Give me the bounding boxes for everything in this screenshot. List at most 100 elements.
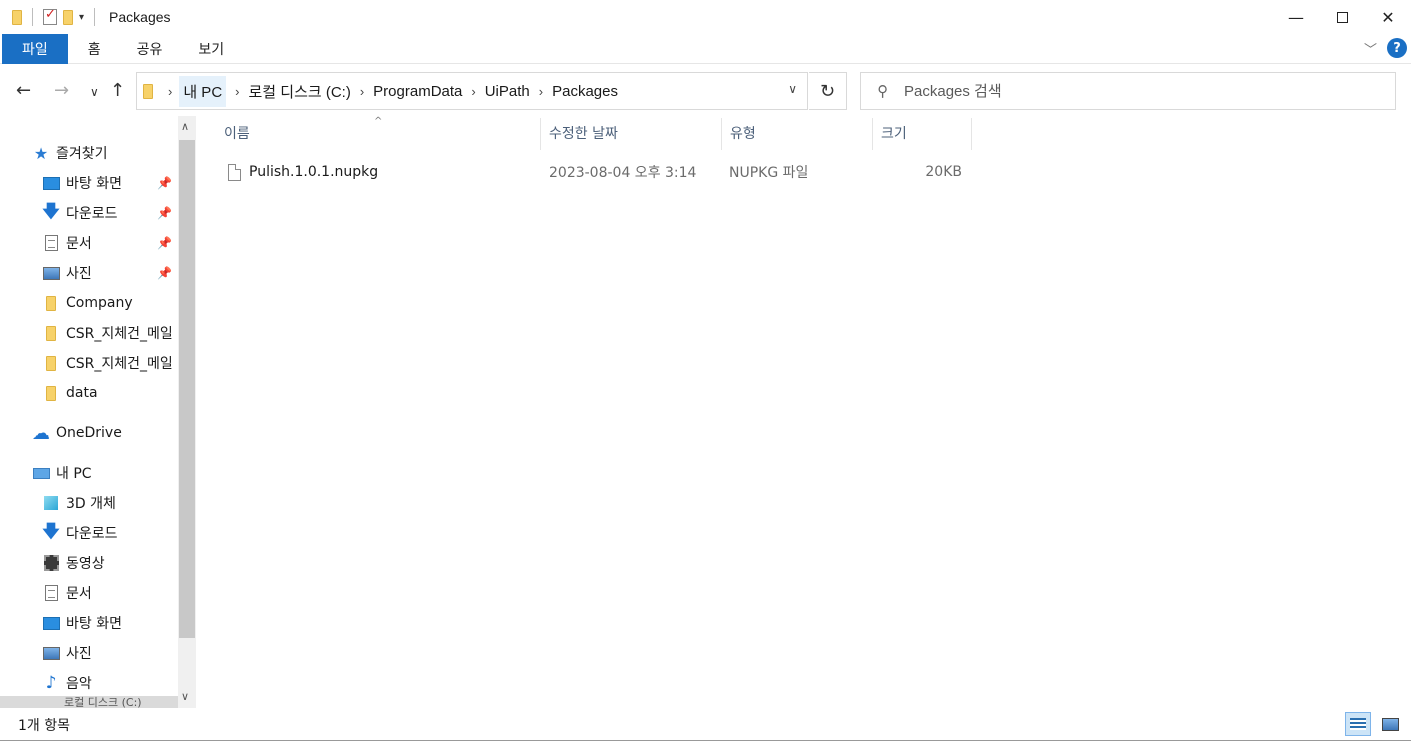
sidebar-item-label: CSR_지체건_메일 xyxy=(66,326,173,342)
toolbar-divider xyxy=(94,8,96,26)
details-view-button[interactable] xyxy=(1345,712,1371,736)
chevron-right-icon[interactable]: › xyxy=(539,84,543,99)
new-folder-icon[interactable] xyxy=(63,9,73,25)
folder-icon xyxy=(143,83,153,99)
sidebar-item-label: 즐겨찾기 xyxy=(56,146,108,162)
minimize-button[interactable]: — xyxy=(1273,0,1319,34)
scrollbar-thumb[interactable] xyxy=(179,140,195,638)
breadcrumb-local-disk[interactable]: 로컬 디스크 (C:) xyxy=(249,81,351,102)
tab-share[interactable]: 공유 xyxy=(119,34,181,64)
up-arrow-icon[interactable]: ↑ xyxy=(110,80,125,101)
ribbon-controls: ﹀ ? xyxy=(1364,38,1407,58)
sidebar-item-label: data xyxy=(66,385,98,401)
sidebar-item-videos[interactable]: 동영상 xyxy=(42,549,178,577)
chevron-right-icon[interactable]: › xyxy=(235,84,239,99)
pin-icon: 📌 xyxy=(157,266,172,280)
sidebar-item-quick-access[interactable]: ★ 즐겨찾기 xyxy=(32,139,196,167)
sidebar-item-onedrive[interactable]: ☁ OneDrive xyxy=(32,419,178,447)
view-switcher xyxy=(1345,712,1403,736)
folder-icon xyxy=(42,384,60,402)
column-header-name[interactable]: 이름 xyxy=(216,116,540,150)
sidebar-item-this-pc[interactable]: 내 PC xyxy=(32,459,178,487)
file-list: ^ 이름 수정한 날짜 유형 크기 Pulish.1.0.1.nupkg 202… xyxy=(196,116,1411,708)
pictures-icon xyxy=(42,644,60,662)
chevron-right-icon[interactable]: › xyxy=(168,84,172,99)
expand-ribbon-icon[interactable]: ﹀ xyxy=(1364,39,1377,58)
recent-locations-icon[interactable]: ∨ xyxy=(90,85,99,99)
breadcrumb-this-pc[interactable]: 내 PC xyxy=(179,75,227,107)
file-modified: 2023-08-04 오후 3:14 xyxy=(549,165,697,181)
toolbar-divider xyxy=(32,8,33,26)
ribbon-tabs: 파일 홈 공유 보기 ﹀ ? xyxy=(0,33,1411,64)
tab-file[interactable]: 파일 xyxy=(2,33,68,64)
chevron-right-icon[interactable]: › xyxy=(471,84,475,99)
sidebar-item-label: 사진 xyxy=(66,646,92,662)
column-header-size[interactable]: 크기 xyxy=(873,116,971,150)
navigation-pane: ★ 즐겨찾기 바탕 화면 📌 🡇 다운로드 📌 문서 📌 사진 📌 Compan… xyxy=(0,116,196,708)
breadcrumb-packages[interactable]: Packages xyxy=(552,83,618,100)
maximize-button[interactable] xyxy=(1319,0,1365,34)
sidebar-item-label: 바탕 화면 xyxy=(66,616,122,632)
help-icon[interactable]: ? xyxy=(1387,38,1407,58)
large-icons-view-button[interactable] xyxy=(1377,712,1403,736)
download-icon: 🡇 xyxy=(42,201,60,222)
maximize-icon xyxy=(1336,11,1348,23)
column-header-modified[interactable]: 수정한 날짜 xyxy=(541,116,721,150)
sidebar-scrollbar[interactable]: ∧ ∨ xyxy=(178,116,196,708)
scroll-down-icon[interactable]: ∨ xyxy=(181,690,189,703)
sidebar-item-documents[interactable]: 문서 📌 xyxy=(42,229,178,257)
sidebar-item-label: 다운로드 xyxy=(66,526,118,542)
properties-icon[interactable] xyxy=(43,7,57,25)
sidebar-item-label: 바탕 화면 xyxy=(66,176,122,192)
sidebar-item-company[interactable]: Company xyxy=(42,289,178,317)
chevron-right-icon[interactable]: › xyxy=(360,84,364,99)
tab-home[interactable]: 홈 xyxy=(68,34,119,64)
sidebar-item-desktop[interactable]: 바탕 화면 📌 xyxy=(42,169,178,197)
sidebar-item-local-disk-partial[interactable]: 로컬 디스크 (C:) xyxy=(0,696,178,708)
quick-access-toolbar: ▾ Packages xyxy=(0,0,171,34)
file-row[interactable]: Pulish.1.0.1.nupkg 2023-08-04 오후 3:14 NU… xyxy=(196,156,1411,188)
sidebar-item-csr-mail-2[interactable]: CSR_지체건_메일 xyxy=(42,349,178,377)
sidebar-item-3d-objects[interactable]: 3D 개체 xyxy=(42,489,178,517)
sidebar-item-pc-downloads[interactable]: 🡇 다운로드 xyxy=(42,519,178,547)
close-button[interactable]: ✕ xyxy=(1365,0,1411,34)
folder-icon xyxy=(42,294,60,312)
sidebar-item-label: Company xyxy=(66,295,133,311)
address-bar[interactable]: › 내 PC › 로컬 디스크 (C:) › ProgramData › UiP… xyxy=(136,72,808,110)
search-box[interactable]: ⚲ xyxy=(860,72,1396,110)
file-name-cell[interactable]: Pulish.1.0.1.nupkg xyxy=(228,156,378,188)
sidebar-item-csr-mail-1[interactable]: CSR_지체건_메일 xyxy=(42,319,178,347)
sidebar-item-label: 다운로드 xyxy=(66,206,118,222)
download-icon: 🡇 xyxy=(42,521,60,542)
column-header-type[interactable]: 유형 xyxy=(722,116,872,150)
folder-icon xyxy=(42,324,60,342)
title-bar: ▾ Packages — ✕ xyxy=(0,0,1411,34)
sidebar-item-downloads[interactable]: 🡇 다운로드 📌 xyxy=(42,199,178,227)
music-icon: ♪ xyxy=(45,673,57,693)
customize-toolbar-icon[interactable]: ▾ xyxy=(79,12,84,23)
sidebar-item-label: 3D 개체 xyxy=(66,496,116,512)
sidebar-item-pc-documents[interactable]: 문서 xyxy=(42,579,178,607)
document-icon xyxy=(42,584,60,602)
sidebar-item-data[interactable]: data xyxy=(42,379,178,407)
search-input[interactable] xyxy=(904,82,1384,100)
back-arrow-icon[interactable]: ← xyxy=(16,80,31,101)
sidebar-item-pictures[interactable]: 사진 📌 xyxy=(42,259,178,287)
column-divider[interactable] xyxy=(971,118,972,150)
breadcrumb-uipath[interactable]: UiPath xyxy=(485,83,530,100)
refresh-button[interactable]: ↻ xyxy=(809,72,847,110)
sidebar-item-pc-desktop[interactable]: 바탕 화면 xyxy=(42,609,178,637)
tab-view[interactable]: 보기 xyxy=(180,34,242,64)
sidebar-item-label: 사진 xyxy=(66,266,92,282)
scroll-up-icon[interactable]: ∧ xyxy=(181,120,189,133)
sidebar-item-label: 문서 xyxy=(66,586,92,602)
forward-arrow-icon[interactable]: → xyxy=(54,80,69,101)
search-icon: ⚲ xyxy=(877,82,888,100)
sidebar-item-pc-pictures[interactable]: 사진 xyxy=(42,639,178,667)
pin-icon: 📌 xyxy=(157,176,172,190)
breadcrumb-programdata[interactable]: ProgramData xyxy=(373,83,462,100)
sidebar-item-music[interactable]: ♪ 음악 xyxy=(42,669,178,697)
window-title: Packages xyxy=(109,9,171,25)
address-dropdown-icon[interactable]: ∨ xyxy=(788,82,797,96)
document-icon xyxy=(42,234,60,252)
